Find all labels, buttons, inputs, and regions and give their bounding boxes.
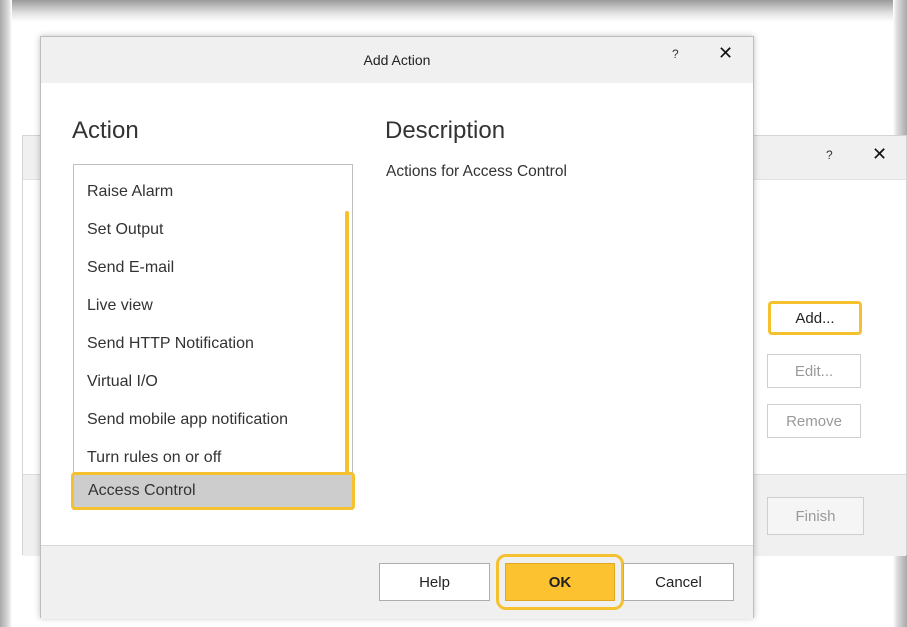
edit-button[interactable]: Edit... <box>767 354 861 388</box>
description-text: Actions for Access Control <box>386 163 567 180</box>
list-item-selected[interactable]: Access Control <box>71 472 355 510</box>
list-item[interactable]: Send HTTP Notification <box>74 325 352 363</box>
ok-button[interactable]: OK <box>505 563 615 601</box>
list-item[interactable]: Send mobile app notification <box>74 401 352 439</box>
remove-button[interactable]: Remove <box>767 404 861 438</box>
add-button[interactable]: Add... <box>768 301 862 335</box>
list-item[interactable]: Live view <box>74 287 352 325</box>
list-item[interactable]: Send E-mail <box>74 249 352 287</box>
description-heading: Description <box>385 117 506 144</box>
dialog-titlebar: Add Action ? ✕ <box>41 37 753 83</box>
help-icon[interactable]: ? <box>672 47 679 61</box>
help-button[interactable]: Help <box>379 563 490 601</box>
action-list[interactable]: Raise Alarm Set Output Send E-mail Live … <box>71 164 355 510</box>
list-item[interactable]: Raise Alarm <box>74 173 352 211</box>
add-action-dialog: Add Action ? ✕ Action Description Action… <box>40 36 754 619</box>
cancel-button[interactable]: Cancel <box>623 563 734 601</box>
help-icon[interactable]: ? <box>826 148 833 162</box>
dialog-title: Add Action <box>363 52 431 68</box>
dialog-footer: Help OK Cancel <box>41 545 753 619</box>
page-shadow-top <box>0 0 907 22</box>
finish-button[interactable]: Finish <box>767 497 864 535</box>
close-icon[interactable]: ✕ <box>718 43 733 64</box>
list-item[interactable]: Set Output <box>74 211 352 249</box>
page-shadow-left <box>0 0 12 627</box>
ok-button-highlight: OK <box>496 554 624 610</box>
list-item[interactable]: Virtual I/O <box>74 363 352 401</box>
close-icon[interactable]: ✕ <box>872 144 887 165</box>
list-scrollbar[interactable] <box>345 211 349 473</box>
action-heading: Action <box>72 117 139 144</box>
